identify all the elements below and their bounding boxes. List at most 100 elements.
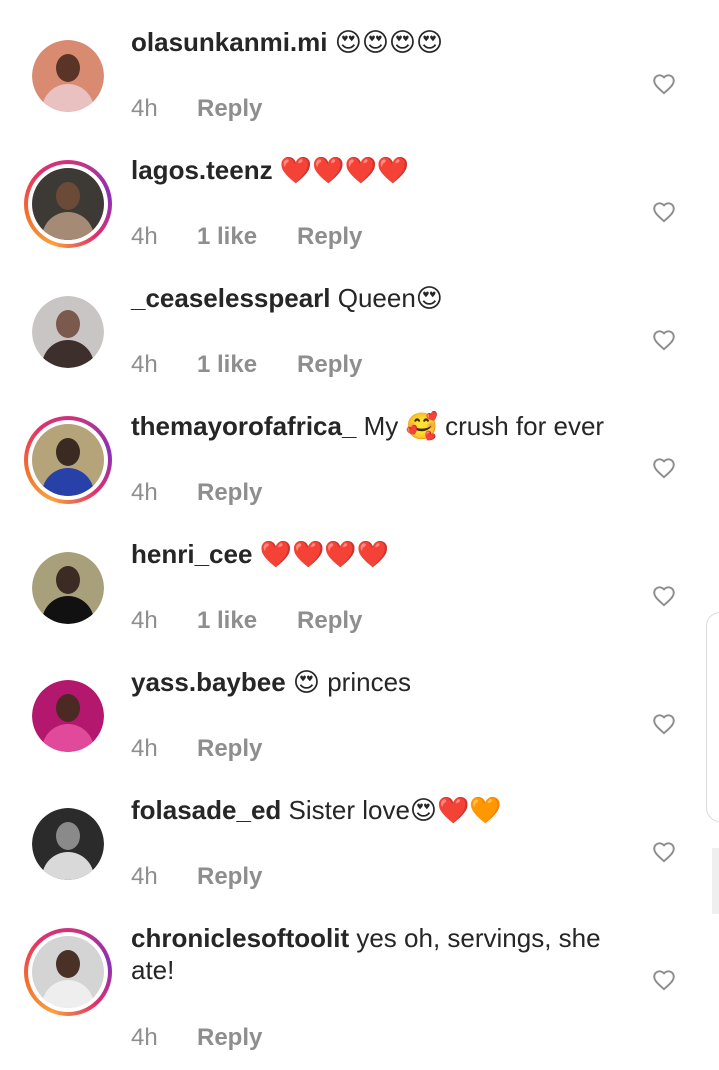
comment-body: yass.baybee 😍 princes (131, 666, 631, 698)
avatar-figure-body (42, 852, 94, 880)
comment-text: Sister love😍❤️🧡 (281, 795, 502, 825)
avatar-figure-body (42, 212, 94, 240)
comment-like-count[interactable]: 1 like (197, 350, 257, 380)
comment-item: folasade_ed Sister love😍❤️🧡 4h Reply (0, 795, 719, 936)
avatar-figure-body (42, 340, 94, 368)
heart-outline-icon (653, 970, 675, 991)
avatar-image (32, 168, 104, 240)
comment-timestamp: 4h (131, 863, 158, 890)
comment-text: Queen😍 (330, 283, 443, 313)
avatar-image (32, 424, 104, 496)
reply-button[interactable]: Reply (197, 1023, 262, 1053)
comment-text: My 🥰 crush for ever (356, 411, 605, 441)
comment-username[interactable]: lagos.teenz (131, 155, 273, 185)
comment-item: olasunkanmi.mi 😍😍😍😍 4h Reply (0, 27, 719, 168)
comment-meta: 4h 1 like Reply (131, 222, 362, 252)
like-button[interactable] (651, 455, 677, 481)
avatar-figure-body (42, 84, 94, 112)
reply-button[interactable]: Reply (297, 606, 362, 636)
avatar-story-ring[interactable] (24, 928, 112, 1016)
avatar-figure-head (56, 310, 80, 338)
avatar[interactable] (32, 296, 104, 368)
reply-button[interactable]: Reply (197, 94, 262, 124)
avatar-figure-head (56, 566, 80, 594)
avatar-image (32, 808, 104, 880)
comment-meta: 4h Reply (131, 1023, 262, 1053)
comment-body: _ceaselesspearl Queen😍 (131, 282, 631, 314)
comment-timestamp: 4h (131, 95, 158, 122)
heart-outline-icon (653, 842, 675, 863)
avatar-figure-head (56, 182, 80, 210)
comment-body: lagos.teenz ❤️❤️❤️❤️ (131, 154, 631, 186)
avatar-figure-head (56, 54, 80, 82)
avatar-figure-body (42, 468, 94, 496)
like-button[interactable] (651, 71, 677, 97)
comment-meta: 4h Reply (131, 734, 262, 764)
heart-outline-icon (653, 714, 675, 735)
avatar[interactable] (32, 552, 104, 624)
side-panel-edge[interactable] (706, 612, 719, 822)
comment-item: henri_cee ❤️❤️❤️❤️ 4h 1 like Reply (0, 539, 719, 680)
avatar-image (32, 680, 104, 752)
like-button[interactable] (651, 711, 677, 737)
comment-timestamp: 4h (131, 607, 158, 634)
reply-button[interactable]: Reply (297, 222, 362, 252)
comment-username[interactable]: henri_cee (131, 539, 252, 569)
reply-button[interactable]: Reply (297, 350, 362, 380)
like-button[interactable] (651, 967, 677, 993)
heart-outline-icon (653, 202, 675, 223)
comment-item: themayorofafrica_ My 🥰 crush for ever 4h R… (0, 411, 719, 552)
comment-body: themayorofafrica_ My 🥰 crush for ever (131, 410, 631, 442)
avatar-image (32, 40, 104, 112)
heart-outline-icon (653, 458, 675, 479)
heart-outline-icon (653, 330, 675, 351)
avatar-figure-body (42, 724, 94, 752)
avatar-figure-head (56, 694, 80, 722)
reply-button[interactable]: Reply (197, 478, 262, 508)
avatar[interactable] (32, 40, 104, 112)
like-button[interactable] (651, 839, 677, 865)
comment-username[interactable]: chroniclesoftoolit (131, 923, 349, 953)
reply-button[interactable]: Reply (197, 734, 262, 764)
comment-item: yass.baybee 😍 princes 4h Reply (0, 667, 719, 808)
comment-username[interactable]: _ceaselesspearl (131, 283, 331, 313)
comment-username[interactable]: themayorofafrica_ (131, 411, 356, 441)
avatar-figure-head (56, 950, 80, 978)
scrollbar[interactable] (712, 848, 719, 914)
avatar-figure-body (42, 980, 94, 1008)
avatar-story-ring[interactable] (24, 416, 112, 504)
heart-outline-icon (653, 74, 675, 95)
comment-text: 😍 princes (285, 667, 412, 697)
comment-item: _ceaselesspearl Queen😍 4h 1 like Reply (0, 283, 719, 424)
reply-button[interactable]: Reply (197, 862, 262, 892)
comment-like-count[interactable]: 1 like (197, 222, 257, 252)
avatar-image (32, 936, 104, 1008)
comment-body: henri_cee ❤️❤️❤️❤️ (131, 538, 631, 570)
avatar[interactable] (32, 808, 104, 880)
comment-body: chroniclesoftoolit yes oh, servings, she… (131, 922, 631, 986)
avatar-figure-head (56, 822, 80, 850)
comment-timestamp: 4h (131, 223, 158, 250)
comment-text: ❤️❤️❤️❤️ (272, 155, 410, 185)
comment-like-count[interactable]: 1 like (197, 606, 257, 636)
comment-username[interactable]: folasade_ed (131, 795, 281, 825)
comment-text: ❤️❤️❤️❤️ (252, 539, 390, 569)
comment-meta: 4h 1 like Reply (131, 606, 362, 636)
comment-body: folasade_ed Sister love😍❤️🧡 (131, 794, 631, 826)
comment-text: 😍😍😍😍 (327, 27, 444, 57)
comment-meta: 4h Reply (131, 94, 262, 124)
avatar-image (32, 552, 104, 624)
avatar-figure-body (42, 596, 94, 624)
avatar[interactable] (32, 680, 104, 752)
comment-meta: 4h Reply (131, 862, 262, 892)
heart-outline-icon (653, 586, 675, 607)
comment-body: olasunkanmi.mi 😍😍😍😍 (131, 26, 631, 58)
comment-username[interactable]: olasunkanmi.mi (131, 27, 328, 57)
like-button[interactable] (651, 583, 677, 609)
like-button[interactable] (651, 199, 677, 225)
like-button[interactable] (651, 327, 677, 353)
avatar-image (32, 296, 104, 368)
comment-username[interactable]: yass.baybee (131, 667, 286, 697)
avatar-story-ring[interactable] (24, 160, 112, 248)
comment-item: chroniclesoftoolit yes oh, servings, she… (0, 923, 719, 1064)
